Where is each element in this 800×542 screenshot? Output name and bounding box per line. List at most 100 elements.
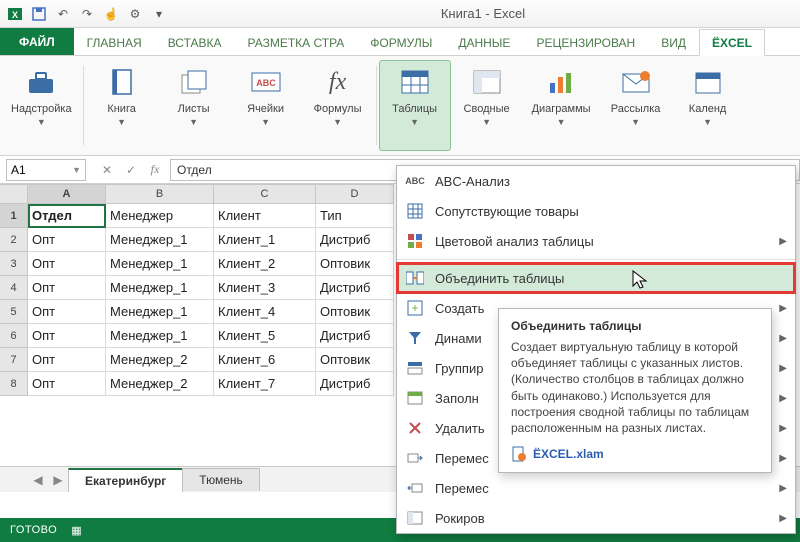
- cancel-icon[interactable]: ✕: [96, 159, 118, 181]
- ribbon-tables[interactable]: Таблицы ▼: [379, 60, 451, 151]
- save-icon[interactable]: [28, 3, 50, 25]
- props-icon[interactable]: ⚙: [124, 3, 146, 25]
- qat-more-icon[interactable]: ▾: [148, 3, 170, 25]
- cell[interactable]: Оптовик: [316, 252, 394, 276]
- cell[interactable]: Менеджер_1: [106, 300, 214, 324]
- select-all-corner[interactable]: [0, 184, 28, 204]
- submenu-arrow-icon: ▶: [779, 393, 787, 404]
- row-header[interactable]: 1: [0, 204, 28, 228]
- cell[interactable]: Дистриб: [316, 372, 394, 396]
- pivot-icon: [470, 65, 504, 99]
- cell[interactable]: Менеджер: [106, 204, 214, 228]
- delete-icon: [405, 418, 425, 438]
- cell[interactable]: Клиент_7: [214, 372, 316, 396]
- ribbon-sheets[interactable]: Листы ▼: [158, 60, 230, 151]
- chevron-down-icon: ▼: [410, 117, 419, 127]
- ribbon-book[interactable]: Книга ▼: [86, 60, 158, 151]
- sheets-icon: [177, 65, 211, 99]
- ribbon-charts[interactable]: Диаграммы ▼: [523, 60, 600, 151]
- tab-home[interactable]: ГЛАВНАЯ: [74, 29, 155, 55]
- menu-label: Сопутствующие товары: [435, 204, 787, 219]
- tab-file[interactable]: ФАЙЛ: [0, 28, 74, 55]
- cell[interactable]: Клиент_5: [214, 324, 316, 348]
- ribbon-cells[interactable]: ABC Ячейки ▼: [230, 60, 302, 151]
- cell[interactable]: Опт: [28, 252, 106, 276]
- cell[interactable]: Клиент: [214, 204, 316, 228]
- tab-review[interactable]: РЕЦЕНЗИРОВАН: [523, 29, 648, 55]
- tab-data[interactable]: ДАННЫЕ: [445, 29, 523, 55]
- menu-color-analysis[interactable]: Цветовой анализ таблицы ▶: [397, 226, 795, 256]
- cell[interactable]: Оптовик: [316, 300, 394, 324]
- row-header[interactable]: 5: [0, 300, 28, 324]
- sheet-nav-prev-icon[interactable]: ◀: [28, 473, 48, 487]
- fill-icon: [405, 388, 425, 408]
- cell[interactable]: Опт: [28, 324, 106, 348]
- macro-record-icon[interactable]: ▦: [71, 524, 82, 537]
- ribbon-label: Ячейки: [247, 103, 284, 115]
- tab-view[interactable]: ВИД: [648, 29, 699, 55]
- cell[interactable]: Менеджер_1: [106, 324, 214, 348]
- tooltip-file: ËXCEL.xlam: [511, 446, 759, 462]
- sheet-tab-active[interactable]: Екатеринбург: [68, 468, 183, 492]
- cell[interactable]: Клиент_6: [214, 348, 316, 372]
- ribbon-calendar[interactable]: Календ ▼: [672, 60, 744, 151]
- cell[interactable]: Дистриб: [316, 324, 394, 348]
- menu-abc-analysis[interactable]: ABC ABC-Анализ: [397, 166, 795, 196]
- redo-icon[interactable]: ↷: [76, 3, 98, 25]
- col-header-A[interactable]: A: [28, 184, 106, 204]
- cell[interactable]: Менеджер_1: [106, 228, 214, 252]
- cell[interactable]: Опт: [28, 276, 106, 300]
- cell[interactable]: Опт: [28, 300, 106, 324]
- cell[interactable]: Дистриб: [316, 276, 394, 300]
- cell[interactable]: Клиент_1: [214, 228, 316, 252]
- cell[interactable]: Клиент_2: [214, 252, 316, 276]
- row-header[interactable]: 8: [0, 372, 28, 396]
- fx-insert-icon[interactable]: fx: [144, 159, 166, 181]
- tab-pagelayout[interactable]: РАЗМЕТКА СТРА: [235, 29, 358, 55]
- row-header[interactable]: 2: [0, 228, 28, 252]
- ribbon-mail[interactable]: Рассылка ▼: [600, 60, 672, 151]
- ribbon-pivot[interactable]: Сводные ▼: [451, 60, 523, 151]
- cell[interactable]: Клиент_3: [214, 276, 316, 300]
- cell[interactable]: Менеджер_1: [106, 276, 214, 300]
- ribbon-addin[interactable]: Надстройка ▼: [2, 60, 81, 151]
- row-header[interactable]: 6: [0, 324, 28, 348]
- cell[interactable]: Клиент_4: [214, 300, 316, 324]
- cell[interactable]: Тип: [316, 204, 394, 228]
- menu-move2[interactable]: Перемес ▶: [397, 473, 795, 503]
- col-header-D[interactable]: D: [316, 184, 394, 204]
- row-header[interactable]: 3: [0, 252, 28, 276]
- cell[interactable]: Дистриб: [316, 228, 394, 252]
- cell[interactable]: Менеджер_2: [106, 372, 214, 396]
- tab-excel-addin[interactable]: ËXCEL: [699, 29, 765, 56]
- palette-icon: [405, 231, 425, 251]
- excel-icon[interactable]: X: [4, 3, 26, 25]
- cell[interactable]: Менеджер_1: [106, 252, 214, 276]
- sheet-tab[interactable]: Тюмень: [182, 468, 259, 491]
- ribbon-formulas[interactable]: fx Формулы ▼: [302, 60, 374, 151]
- menu-merge-tables[interactable]: Объединить таблицы: [397, 263, 795, 293]
- menu-label: Перемес: [435, 481, 769, 496]
- menu-pivot2[interactable]: Рокиров ▶: [397, 503, 795, 533]
- ribbon-label: Таблицы: [392, 103, 437, 115]
- cell[interactable]: Опт: [28, 228, 106, 252]
- touch-mode-icon[interactable]: ☝: [100, 3, 122, 25]
- cell[interactable]: Опт: [28, 348, 106, 372]
- menu-related-goods[interactable]: Сопутствующие товары: [397, 196, 795, 226]
- undo-icon[interactable]: ↶: [52, 3, 74, 25]
- col-header-B[interactable]: B: [106, 184, 214, 204]
- name-box[interactable]: A1 ▼: [6, 159, 86, 181]
- cell[interactable]: Менеджер_2: [106, 348, 214, 372]
- cell[interactable]: Отдел: [28, 204, 106, 228]
- row-header[interactable]: 7: [0, 348, 28, 372]
- enter-icon[interactable]: ✓: [120, 159, 142, 181]
- tab-insert[interactable]: ВСТАВКА: [155, 29, 235, 55]
- col-header-C[interactable]: C: [214, 184, 316, 204]
- mail-icon: [619, 65, 653, 99]
- cell[interactable]: Опт: [28, 372, 106, 396]
- cell[interactable]: Оптовик: [316, 348, 394, 372]
- tooltip-file-name: ËXCEL.xlam: [533, 447, 604, 461]
- sheet-nav-next-icon[interactable]: ▶: [48, 473, 68, 487]
- tab-formulas[interactable]: ФОРМУЛЫ: [357, 29, 445, 55]
- row-header[interactable]: 4: [0, 276, 28, 300]
